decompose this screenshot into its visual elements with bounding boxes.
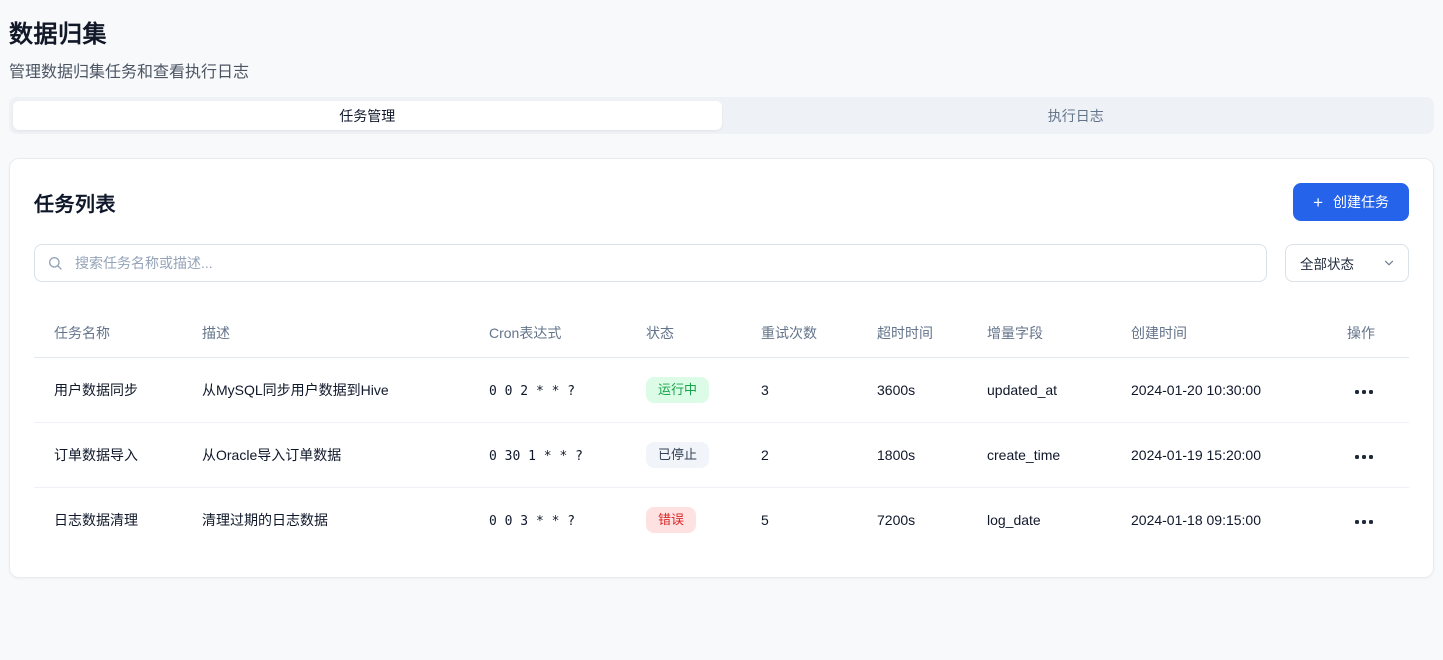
chevron-down-icon: [1382, 256, 1396, 270]
table-row: 日志数据清理 清理过期的日志数据 0 0 3 * * ? 错误 5 7200s …: [34, 488, 1409, 553]
timeout-cell: 7200s: [857, 488, 967, 553]
task-table: 任务名称 描述 Cron表达式 状态 重试次数 超时时间 增量字段 创建时间 操…: [34, 309, 1409, 553]
header-status: 状态: [626, 309, 741, 358]
more-horizontal-icon: [1355, 455, 1359, 459]
status-filter-select[interactable]: 全部状态: [1285, 244, 1409, 282]
page-title: 数据归集: [9, 14, 1434, 49]
header-task-name: 任务名称: [34, 309, 182, 358]
more-actions-button[interactable]: [1353, 449, 1375, 465]
task-description-cell: 从Oracle导入订单数据: [182, 423, 469, 488]
cron-cell: 0 0 2 * * ?: [469, 358, 626, 423]
search-input[interactable]: [34, 244, 1267, 282]
retry-count-cell: 5: [741, 488, 857, 553]
task-name-cell: 用户数据同步: [34, 358, 182, 423]
incremental-field-cell: log_date: [967, 488, 1111, 553]
header-description: 描述: [182, 309, 469, 358]
created-time-cell: 2024-01-20 10:30:00: [1111, 358, 1312, 423]
card-header: 任务列表 + 创建任务: [34, 183, 1409, 221]
retry-count-cell: 2: [741, 423, 857, 488]
table-row: 订单数据导入 从Oracle导入订单数据 0 30 1 * * ? 已停止 2 …: [34, 423, 1409, 488]
task-name-cell: 订单数据导入: [34, 423, 182, 488]
create-task-button[interactable]: + 创建任务: [1293, 183, 1409, 221]
task-description-cell: 从MySQL同步用户数据到Hive: [182, 358, 469, 423]
header-retries: 重试次数: [741, 309, 857, 358]
header-actions: 操作: [1312, 309, 1409, 358]
header-cron: Cron表达式: [469, 309, 626, 358]
created-time-cell: 2024-01-18 09:15:00: [1111, 488, 1312, 553]
cron-cell: 0 30 1 * * ?: [469, 423, 626, 488]
more-horizontal-icon: [1355, 520, 1359, 524]
created-time-cell: 2024-01-19 15:20:00: [1111, 423, 1312, 488]
table-row: 用户数据同步 从MySQL同步用户数据到Hive 0 0 2 * * ? 运行中…: [34, 358, 1409, 423]
status-badge: 错误: [646, 507, 696, 533]
incremental-field-cell: updated_at: [967, 358, 1111, 423]
more-actions-button[interactable]: [1353, 514, 1375, 530]
table-body: 用户数据同步 从MySQL同步用户数据到Hive 0 0 2 * * ? 运行中…: [34, 358, 1409, 553]
retry-count-cell: 3: [741, 358, 857, 423]
header-timeout: 超时时间: [857, 309, 967, 358]
timeout-cell: 1800s: [857, 423, 967, 488]
plus-icon: +: [1313, 194, 1323, 211]
tab-task-management[interactable]: 任务管理: [13, 101, 722, 130]
incremental-field-cell: create_time: [967, 423, 1111, 488]
timeout-cell: 3600s: [857, 358, 967, 423]
search-box: [34, 244, 1267, 282]
more-horizontal-icon: [1355, 390, 1359, 394]
status-cell: 错误: [626, 488, 741, 553]
cron-expression: 0 0 3 * * ?: [489, 514, 575, 529]
actions-cell: [1312, 488, 1409, 553]
filter-row: 全部状态: [34, 244, 1409, 282]
task-description-cell: 清理过期的日志数据: [182, 488, 469, 553]
task-name-cell: 日志数据清理: [34, 488, 182, 553]
table-header: 任务名称 描述 Cron表达式 状态 重试次数 超时时间 增量字段 创建时间 操…: [34, 309, 1409, 358]
cron-cell: 0 0 3 * * ?: [469, 488, 626, 553]
status-cell: 已停止: [626, 423, 741, 488]
status-filter-value: 全部状态: [1300, 253, 1354, 273]
header-created-time: 创建时间: [1111, 309, 1312, 358]
card-title: 任务列表: [34, 188, 116, 217]
actions-cell: [1312, 423, 1409, 488]
create-task-button-label: 创建任务: [1333, 192, 1389, 212]
actions-cell: [1312, 358, 1409, 423]
cron-expression: 0 0 2 * * ?: [489, 384, 575, 399]
tab-bar: 任务管理 执行日志: [9, 97, 1434, 134]
status-badge: 已停止: [646, 442, 709, 468]
cron-expression: 0 30 1 * * ?: [489, 449, 583, 464]
status-badge: 运行中: [646, 377, 709, 403]
tab-execution-logs[interactable]: 执行日志: [722, 101, 1431, 130]
more-actions-button[interactable]: [1353, 384, 1375, 400]
header-incremental-field: 增量字段: [967, 309, 1111, 358]
search-icon: [47, 255, 63, 271]
task-list-card: 任务列表 + 创建任务 全部状态: [9, 158, 1434, 578]
page-container: 数据归集 管理数据归集任务和查看执行日志 任务管理 执行日志 任务列表 + 创建…: [0, 0, 1443, 578]
status-cell: 运行中: [626, 358, 741, 423]
page-subtitle: 管理数据归集任务和查看执行日志: [9, 58, 1434, 82]
